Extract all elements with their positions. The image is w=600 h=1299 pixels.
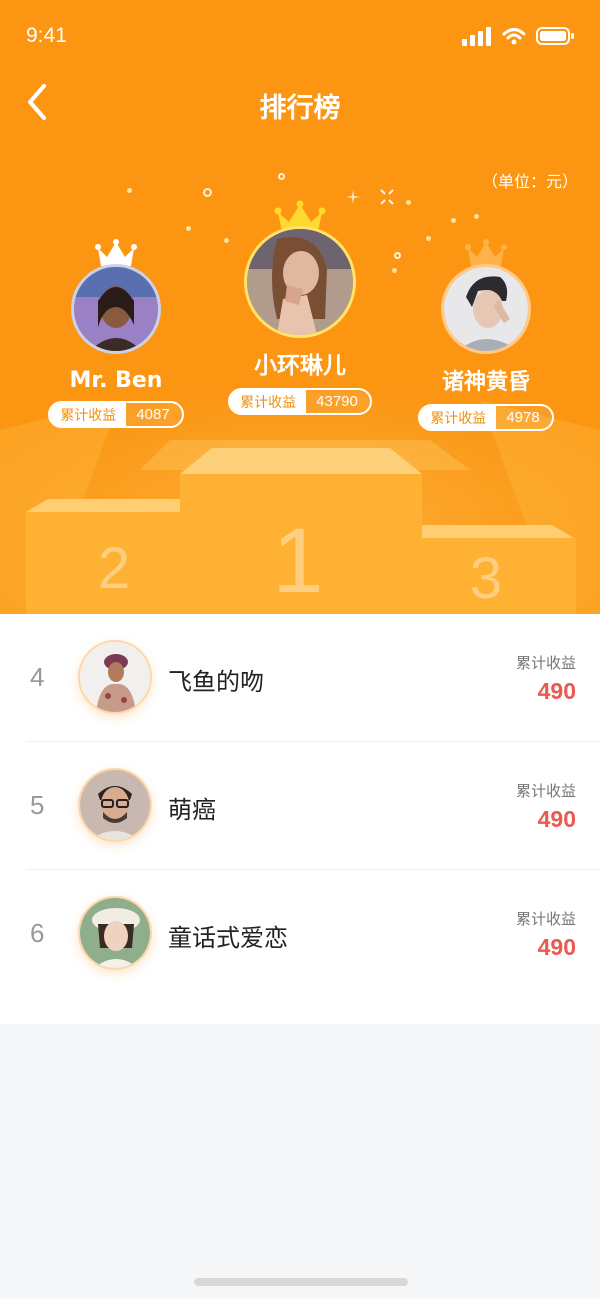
ranking-list: 4 飞鱼的吻 累计收益 490 5 萌癌 累计收益 490 6 童话式爱恋 累计… <box>0 614 600 1024</box>
avatar <box>78 896 152 970</box>
avatar <box>78 640 152 714</box>
user-name: 童话式爱恋 <box>168 924 288 952</box>
sparkle-icon <box>203 188 212 197</box>
sparkle-dot <box>406 200 411 205</box>
list-item[interactable]: 5 萌癌 累计收益 490 <box>26 742 600 870</box>
rank-number: 4 <box>30 662 45 692</box>
unit-label: （单位：元） <box>481 172 578 191</box>
sparkle-icon <box>278 173 285 180</box>
avatar <box>78 768 152 842</box>
sparkle-dot <box>474 214 479 219</box>
podium-first[interactable]: 小环琳儿 累计收益 43790 <box>212 200 388 415</box>
earn-label: 累计收益 <box>515 654 576 672</box>
status-time: 9:41 <box>26 24 67 47</box>
rank-number: 5 <box>30 790 45 820</box>
sparkle-dot <box>392 268 397 273</box>
avatar <box>244 226 356 338</box>
wifi-icon <box>502 28 526 45</box>
podium-name: 小环琳儿 <box>254 353 346 379</box>
earn-label: 累计收益 <box>420 406 497 429</box>
earn-value: 43790 <box>316 393 358 410</box>
battery-icon <box>536 27 574 45</box>
podium-rank-1: 1 <box>272 510 323 612</box>
earn-value: 4087 <box>136 406 170 423</box>
list-item[interactable]: 4 飞鱼的吻 累计收益 490 <box>26 614 600 742</box>
earn-label: 累计收益 <box>230 390 307 413</box>
signal-icon <box>462 27 491 46</box>
podium-second[interactable]: Mr. Ben 累计收益 4087 <box>28 238 204 428</box>
sparkle-dot <box>186 226 191 231</box>
rank-number: 6 <box>30 918 45 948</box>
sparkle-dot <box>451 218 456 223</box>
page-title: 排行榜 <box>259 93 341 124</box>
status-icons <box>462 26 574 46</box>
sparkle-dot <box>127 188 132 193</box>
earn-badge: 累计收益 4087 <box>48 401 184 428</box>
podium-third[interactable]: 诸神黄昏 累计收益 4978 <box>398 236 574 431</box>
earn-label: 累计收益 <box>50 403 127 426</box>
user-name: 飞鱼的吻 <box>168 668 264 696</box>
earn-value: 490 <box>537 678 576 704</box>
avatar <box>71 264 161 354</box>
earn-badge: 累计收益 4978 <box>418 404 554 431</box>
avatar <box>441 264 531 354</box>
home-indicator[interactable] <box>194 1278 408 1286</box>
earn-value: 4978 <box>506 409 540 426</box>
podium-rank-3: 3 <box>470 546 502 611</box>
podium-name: 诸神黄昏 <box>441 370 530 395</box>
user-name: 萌癌 <box>168 796 216 824</box>
earn-label: 累计收益 <box>515 910 576 928</box>
earn-badge: 累计收益 43790 <box>228 388 372 415</box>
podium-name: Mr. Ben <box>69 368 163 393</box>
hero-header: 2 1 3 9:41 排行榜 （单位：元） Mr. Ben 累计收益 4087 … <box>0 0 600 614</box>
list-item[interactable]: 6 童话式爱恋 累计收益 490 <box>26 870 600 998</box>
podium-rank-2: 2 <box>98 536 130 601</box>
earn-value: 490 <box>537 806 576 832</box>
earn-value: 490 <box>537 934 576 960</box>
earn-label: 累计收益 <box>515 782 576 800</box>
